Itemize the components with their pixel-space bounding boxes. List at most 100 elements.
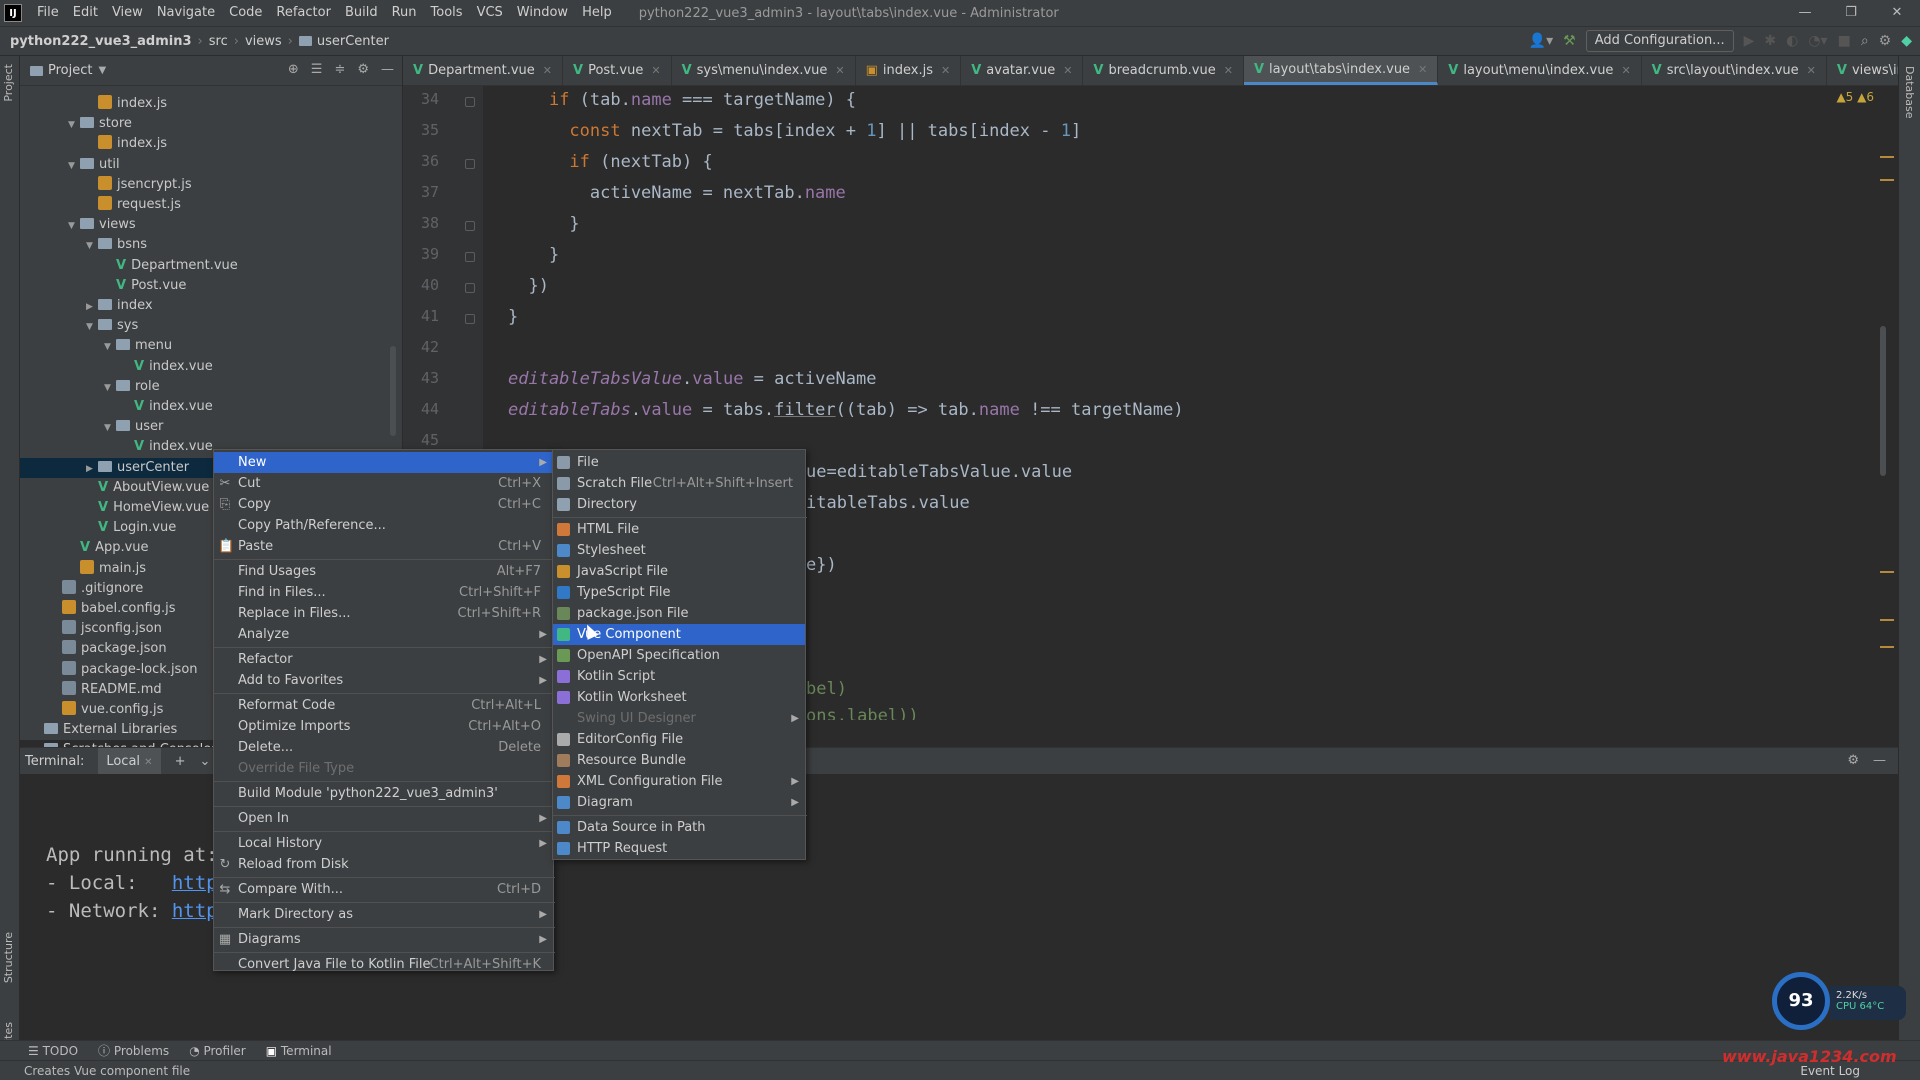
menu-item-kotlin-worksheet[interactable]: Kotlin Worksheet [553,687,805,708]
menu-item-optimize-imports[interactable]: Optimize Imports Ctrl+Alt+O [214,716,553,737]
editor-tab[interactable]: Vbreadcrumb.vue ✕ [1083,56,1244,85]
menu-item-new[interactable]: New ▶ [214,452,553,473]
chevron-down-icon[interactable]: ⌄ [199,754,210,769]
tree-item[interactable]: vue.config.js [50,700,163,720]
user-icon[interactable]: 👤▾ [1529,33,1553,49]
editor-tab[interactable]: Vsys\menu\index.vue ✕ [672,56,856,85]
tree-item[interactable]: jsconfig.json [50,619,162,639]
menu-item-analyze[interactable]: Analyze ▶ [214,624,553,645]
menu-view[interactable]: View [105,0,150,26]
menu-item-directory[interactable]: Directory [553,494,805,515]
editor-tab[interactable]: Vlayout\menu\index.vue ✕ [1438,56,1642,85]
menu-item-xml-configuration-file[interactable]: XML Configuration File ▶ [553,771,805,792]
menu-item-data-source-in-path[interactable]: Data Source in Path [553,817,805,838]
structure-tool-tab[interactable]: Structure [2,932,15,983]
editor-scrollbar[interactable] [1880,326,1886,476]
menu-item-find-in-files[interactable]: Find in Files... Ctrl+Shift+F [214,582,553,603]
menu-item-stylesheet[interactable]: Stylesheet [553,540,805,561]
menu-item-editorconfig-file[interactable]: EditorConfig File [553,729,805,750]
close-tab-icon[interactable]: ✕ [144,757,152,768]
tree-item[interactable]: V Post.vue [104,276,186,296]
fold-marker-icon[interactable] [465,314,475,324]
menu-item-mark-directory-as[interactable]: Mark Directory as ▶ [214,904,553,925]
menu-item-openapi-specification[interactable]: OpenAPI Specification [553,645,805,666]
chevron-right-icon[interactable]: ▶ [86,297,98,317]
menu-refactor[interactable]: Refactor [269,0,338,26]
menu-window[interactable]: Window [510,0,575,26]
close-tab-icon[interactable]: ✕ [1063,64,1072,77]
tree-item[interactable]: V Login.vue [86,518,176,538]
debug-icon[interactable]: ✱ [1764,33,1776,49]
menu-item-copy-path-reference[interactable]: Copy Path/Reference... [214,515,553,536]
tree-item[interactable]: ▼ bsns [86,235,147,255]
chevron-right-icon[interactable]: ▶ [86,459,98,479]
add-configuration-button[interactable]: Add Configuration... [1585,30,1734,52]
menu-item-reformat-code[interactable]: Reformat Code Ctrl+Alt+L [214,695,553,716]
menu-item-javascript-file[interactable]: JavaScript File [553,561,805,582]
profile-icon[interactable]: ◔▾ [1808,33,1827,49]
tree-item[interactable]: main.js [68,559,146,579]
menu-item-scratch-file[interactable]: Scratch File Ctrl+Alt+Shift+Insert [553,473,805,494]
tree-item[interactable]: External Libraries [32,720,177,740]
close-tab-icon[interactable]: ✕ [543,64,552,77]
profiler-tool-button[interactable]: ◔ Profiler [189,1044,246,1058]
tree-item[interactable]: package.json [50,639,167,659]
menu-item-replace-in-files[interactable]: Replace in Files... Ctrl+Shift+R [214,603,553,624]
search-icon[interactable]: ⌕ [1861,33,1869,49]
tree-item[interactable]: ▼ role [104,377,160,397]
project-scrollbar[interactable] [390,346,396,436]
database-tool-tab[interactable]: Database [1903,66,1916,119]
settings-gear-icon[interactable]: ⚙ [1879,33,1892,49]
menu-item-paste[interactable]: 📋 Paste Ctrl+V [214,536,553,557]
locate-icon[interactable]: ⊕ [288,62,299,77]
menu-item-find-usages[interactable]: Find Usages Alt+F7 [214,561,553,582]
close-tab-icon[interactable]: ✕ [941,64,950,77]
inspection-warnings[interactable]: ▲5 ▲6 [1836,90,1874,104]
menu-item-open-in[interactable]: Open In ▶ [214,808,553,829]
menu-item-diagram[interactable]: Diagram ▶ [553,792,805,813]
local-url-link[interactable]: http [172,872,218,894]
menu-item-convert-java-file-to-kotlin-file[interactable]: Convert Java File to Kotlin File Ctrl+Alt… [214,954,553,975]
tree-item[interactable]: ▼ util [68,155,120,175]
chevron-down-icon[interactable]: ▼ [98,65,106,76]
chevron-down-icon[interactable]: ▼ [86,236,98,256]
project-panel-title[interactable]: Project [48,63,92,78]
menu-item-reload-from-disk[interactable]: ↻ Reload from Disk [214,854,553,875]
editor-tab[interactable]: Vlayout\tabs\index.vue ✕ [1243,56,1439,85]
breadcrumb-usercenter[interactable]: userCenter [317,34,389,49]
menu-item-local-history[interactable]: Local History ▶ [214,833,553,854]
project-tool-tab[interactable]: Project [2,64,15,102]
menu-item-copy[interactable]: ⎘ Copy Ctrl+C [214,494,553,515]
tree-item[interactable]: jsencrypt.js [86,175,192,195]
breadcrumb-views[interactable]: views [245,34,282,49]
ide-logo-icon[interactable]: ◆ [1901,33,1912,49]
chevron-down-icon[interactable]: ▼ [104,418,116,438]
stop-icon[interactable]: ■ [1838,33,1851,49]
menu-item-compare-with[interactable]: ⇆ Compare With... Ctrl+D [214,879,553,900]
tree-item[interactable]: V App.vue [68,538,149,558]
todo-tool-button[interactable]: ☰ TODO [28,1044,78,1058]
chevron-down-icon[interactable]: ▼ [68,216,80,236]
editor-tab[interactable]: ▣ index.js ✕ [856,56,962,85]
warning-marker[interactable] [1880,179,1894,181]
warning-marker[interactable] [1880,156,1894,158]
restore-icon[interactable]: ❐ [1828,0,1874,26]
close-tab-icon[interactable]: ✕ [835,64,844,77]
coverage-icon[interactable]: ◐ [1786,33,1798,49]
terminal-tab-local[interactable]: Local ✕ [98,747,161,775]
chevron-down-icon[interactable]: ▼ [68,156,80,176]
new-terminal-icon[interactable]: + [175,754,186,769]
chevron-down-icon[interactable]: ▼ [104,337,116,357]
menu-tools[interactable]: Tools [424,0,470,26]
chevron-down-icon[interactable]: ▼ [104,378,116,398]
close-tab-icon[interactable]: ✕ [651,64,660,77]
tree-item[interactable]: ▼ user [104,417,163,437]
hide-icon[interactable]: — [1873,753,1886,768]
fold-marker-icon[interactable] [465,252,475,262]
editor-tab[interactable]: V Post.vue ✕ [563,56,672,85]
hide-icon[interactable]: — [381,62,394,77]
warning-marker[interactable] [1880,571,1894,573]
close-icon[interactable]: ✕ [1874,0,1920,26]
fold-marker-icon[interactable] [465,283,475,293]
tree-item[interactable]: index.js [86,134,167,154]
